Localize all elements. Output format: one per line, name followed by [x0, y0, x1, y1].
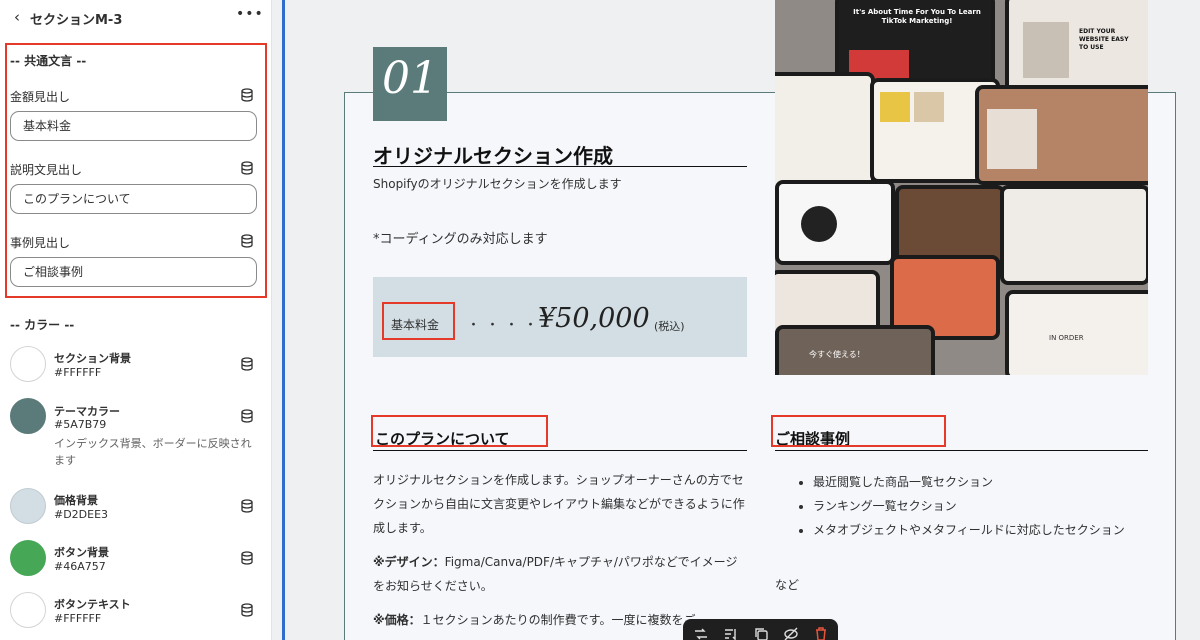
portfolio-collage-image: It's About Time For You To Learn TikTok … [775, 0, 1148, 375]
collage-block [880, 92, 910, 122]
duplicate-icon[interactable] [753, 626, 769, 640]
cases-heading: ご相談事例 [775, 430, 851, 448]
collage-tile [895, 185, 1005, 265]
color-description: インデックス背景、ボーダーに反映されます [54, 437, 252, 467]
plan-note: *コーディングのみ対応します [373, 232, 548, 247]
color-hex: #5A7B79 [54, 418, 107, 431]
list-item: ランキング一覧セクション [813, 494, 1155, 518]
price-label: 基本料金 [391, 318, 440, 332]
list-item: 最近閲覧した商品一覧セクション [813, 470, 1155, 494]
settings-sidebar: ‹ セクションM-3 ••• -- 共通文言 -- 金額見出し 基本料金 説明文… [0, 0, 272, 640]
collage-tile [775, 72, 875, 192]
collage-caption: IN ORDER [1049, 334, 1084, 342]
cases-suffix: など [775, 578, 800, 592]
color-swatch[interactable] [10, 488, 46, 524]
description-heading-label: 説明文見出し [10, 163, 83, 177]
description-heading-input[interactable]: このプランについて [10, 184, 257, 214]
about-underline [373, 450, 747, 451]
collage-caption: EDIT YOUR WEBSITE EASY TO USE [1079, 28, 1129, 51]
title-underline [373, 166, 747, 167]
cases-list: 最近閲覧した商品一覧セクション ランキング一覧セクション メタオブジェクトやメタ… [795, 470, 1155, 542]
dynamic-source-icon[interactable] [240, 409, 254, 423]
price-dots: ・・・・ [467, 318, 544, 333]
back-icon[interactable]: ‹ [8, 8, 26, 26]
color-hex: #FFFFFF [54, 612, 102, 625]
color-swatch[interactable] [10, 592, 46, 628]
collage-caption: 今すぐ使える！ [809, 350, 865, 359]
color-swatch[interactable] [10, 398, 46, 434]
collage-block [1023, 22, 1069, 78]
color-name: テーマカラー [54, 405, 120, 418]
design-note: ※デザイン：Figma/Canva/PDF/キャプチャ/パワポなどでイメージをお… [373, 550, 747, 598]
color-name: ボタンテキスト [54, 598, 131, 611]
collage-block [914, 92, 944, 122]
price-heading-input[interactable]: 基本料金 [10, 111, 257, 141]
price-note-text: １セクションあたりの制作費です。一度に複数をご [420, 613, 696, 627]
move-icon[interactable] [693, 626, 709, 640]
case-heading-input[interactable]: ご相談事例 [10, 257, 257, 287]
dynamic-source-icon[interactable] [240, 88, 254, 102]
collage-tile [975, 85, 1148, 185]
color-hex: #46A757 [54, 560, 106, 573]
color-name: ボタン背景 [54, 546, 109, 559]
hide-icon[interactable] [783, 626, 799, 640]
dynamic-source-icon[interactable] [240, 234, 254, 248]
color-swatch[interactable] [10, 540, 46, 576]
color-name: セクション背景 [54, 352, 131, 365]
dynamic-source-icon[interactable] [240, 357, 254, 371]
collage-tile [1000, 185, 1148, 285]
dynamic-source-icon[interactable] [240, 603, 254, 617]
design-label: ※デザイン： [373, 555, 445, 569]
index-number: 01 [382, 53, 438, 104]
section-title: セクションM-3 [30, 13, 123, 28]
dynamic-source-icon[interactable] [240, 499, 254, 513]
collage-tile: 今すぐ使える！ [775, 325, 935, 375]
about-text: オリジナルセクションを作成します。ショップオーナーさんの方でセクションから自由に… [373, 473, 745, 535]
collage-block [987, 109, 1037, 169]
collage-block [801, 206, 837, 242]
color-hex: #D2DEE3 [54, 508, 109, 521]
color-swatch[interactable] [10, 346, 46, 382]
index-number-box: 01 [373, 47, 447, 121]
sort-icon[interactable] [723, 626, 739, 640]
price-note-label: ※価格： [373, 613, 421, 627]
list-item: メタオブジェクトやメタフィールドに対応したセクション [813, 518, 1155, 542]
collage-tile: IN ORDER [1005, 290, 1148, 375]
color-hex: #FFFFFF [54, 366, 102, 379]
collage-tile: EDIT YOUR WEBSITE EASY TO USE [1005, 0, 1148, 94]
dynamic-source-icon[interactable] [240, 551, 254, 565]
delete-icon[interactable] [813, 626, 829, 640]
case-heading-label: 事例見出し [10, 236, 71, 250]
color-name: 価格背景 [54, 494, 98, 507]
price-heading-label: 金額見出し [10, 90, 71, 104]
more-options-icon[interactable]: ••• [236, 6, 263, 26]
plan-subtitle: Shopifyのオリジナルセクションを作成します [373, 177, 622, 191]
price-value: ¥50,000 [538, 303, 650, 334]
common-group-title: -- 共通文言 -- [10, 54, 87, 68]
cases-underline [775, 450, 1148, 451]
block-toolbar [683, 619, 838, 640]
sidebar-header: ‹ セクションM-3 ••• [0, 0, 271, 36]
collage-tile [775, 180, 895, 265]
tax-note: (税込) [654, 320, 685, 333]
plan-title: オリジナルセクション作成 [373, 144, 613, 168]
color-group-title: -- カラー -- [10, 318, 75, 332]
collage-caption: It's About Time For You To Learn TikTok … [853, 8, 981, 25]
about-heading: このプランについて [375, 430, 510, 448]
dynamic-source-icon[interactable] [240, 161, 254, 175]
